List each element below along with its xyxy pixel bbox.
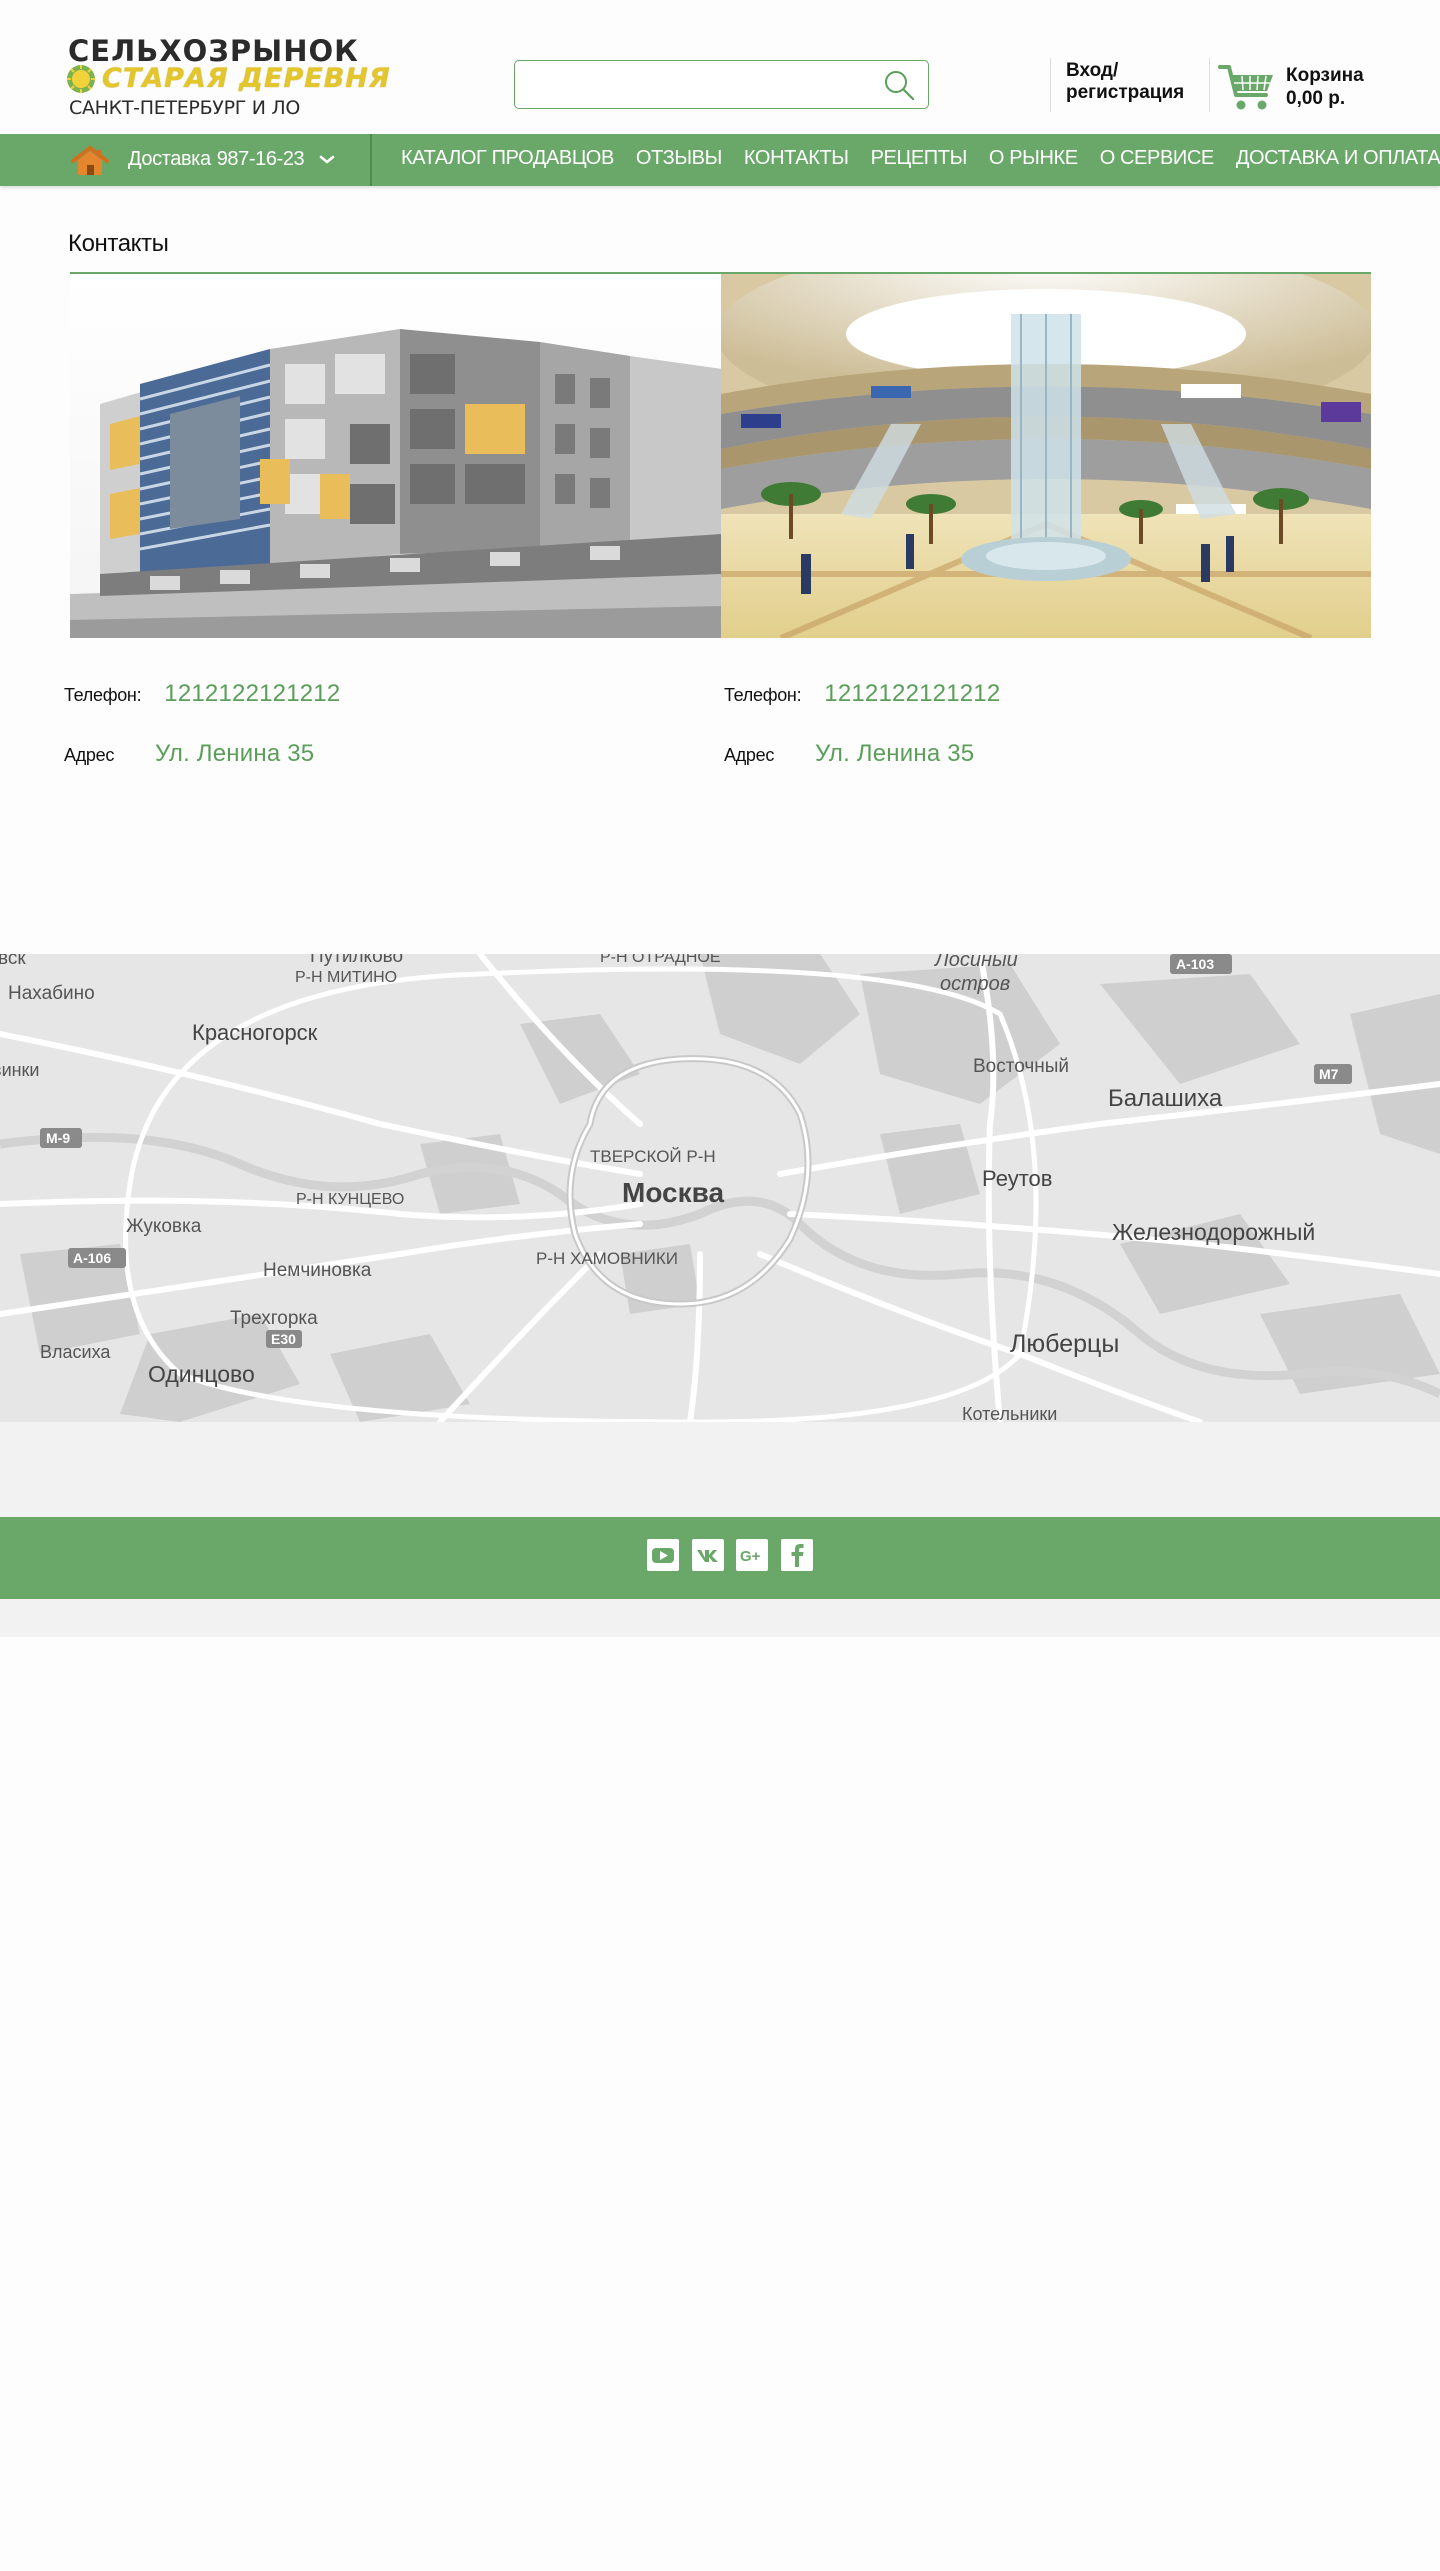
delivery-label: Доставка [128, 148, 211, 170]
map-label: Р-Н ХАМОВНИКИ [536, 1249, 678, 1268]
cart-icon[interactable] [1218, 63, 1276, 113]
delivery-info: Доставка 987-16-23 [128, 148, 305, 171]
map-label: Котельники [962, 1404, 1057, 1422]
login-label: Вход/ [1066, 60, 1119, 81]
register-label: регистрация [1066, 82, 1185, 103]
nav-item-contacts[interactable]: КОНТАКТЫ [744, 147, 849, 170]
nav-item-delivery[interactable]: ДОСТАВКА И ОПЛАТА [1236, 147, 1440, 170]
login-link[interactable]: Вход/ регистрация [1066, 60, 1184, 104]
phone-label: Телефон: [64, 685, 142, 705]
map-label: Р-Н ОТРАДНОЕ [600, 954, 721, 966]
phone-label: Телефон: [724, 685, 802, 705]
cart-summary[interactable]: Корзина 0,00 р. [1286, 64, 1364, 110]
address-label: Адрес [64, 745, 115, 765]
map-label: Власиха [40, 1342, 111, 1362]
youtube-icon[interactable] [647, 1539, 679, 1571]
search-input[interactable] [525, 69, 865, 99]
divider [370, 134, 372, 186]
phone-link[interactable]: 1212122121212 [824, 680, 1000, 708]
contact-phone-row-1: Телефон: 1212122121212 [64, 680, 340, 708]
logo-subtitle: СТАРАЯ ДЕРЕВНЯ [102, 63, 391, 94]
mall-interior-image [721, 274, 1371, 638]
cart-total: 0,00 р. [1286, 88, 1346, 109]
site-header: СЕЛЬХОЗРЫНОК СТАРАЯ ДЕРЕВНЯ САНКТ-ПЕТЕРБ… [0, 0, 1440, 134]
map-label: вск [0, 954, 26, 969]
map-label: Балашиха [1108, 1085, 1223, 1112]
map-label: Восточный [973, 1056, 1069, 1077]
map-label: Железнодорожный [1112, 1219, 1315, 1245]
map-label: Р-Н МИТИНО [295, 969, 397, 986]
nav-item-about-market[interactable]: О РЫНКЕ [989, 147, 1078, 170]
address-label: Адрес [724, 745, 775, 765]
page-title: Контакты [68, 230, 169, 257]
address-link[interactable]: Ул. Ленина 35 [155, 740, 314, 768]
map-label: Одинцово [148, 1361, 255, 1387]
nav-item-recipes[interactable]: РЕЦЕПТЫ [871, 147, 968, 170]
search-box [514, 60, 929, 109]
location-map[interactable]: вск Нахабино винки Путилково Красногорск… [0, 954, 1440, 1422]
footer-bottom [0, 1599, 1440, 1637]
contact-phone-row-2: Телефон: 1212122121212 [724, 680, 1000, 708]
map-label: винки [0, 1060, 40, 1080]
map-label: Р-Н КУНЦЕВО [296, 1191, 404, 1208]
nav-item-about-service[interactable]: О СЕРВИСЕ [1100, 147, 1215, 170]
map-label: Реутов [982, 1166, 1052, 1191]
map-label: Москва [622, 1177, 724, 1208]
facebook-icon[interactable] [781, 1539, 813, 1571]
contact-address-row-2: Адрес Ул. Ленина 35 [724, 740, 974, 768]
nav-menu: КАТАЛОГ ПРОДАВЦОВ ОТЗЫВЫ КОНТАКТЫ РЕЦЕПТ… [401, 147, 1440, 170]
map-label: Путилково [310, 954, 403, 967]
map-label: Красногорск [192, 1020, 318, 1045]
map-label: Жуковка [126, 1216, 202, 1237]
map-canvas[interactable]: вск Нахабино винки Путилково Красногорск… [0, 954, 1440, 1422]
home-icon[interactable] [70, 146, 110, 176]
divider [1209, 58, 1210, 112]
vk-icon[interactable] [692, 1539, 724, 1571]
delivery-phone: 987-16-23 [216, 148, 305, 170]
site-footer: G+ [0, 1517, 1440, 1599]
google-plus-icon[interactable]: G+ [736, 1539, 768, 1571]
phone-link[interactable]: 1212122121212 [164, 680, 340, 708]
search-icon[interactable] [882, 68, 916, 102]
nav-item-reviews[interactable]: ОТЗЫВЫ [636, 147, 722, 170]
nav-item-sellers[interactable]: КАТАЛОГ ПРОДАВЦОВ [401, 147, 614, 170]
road-badge: E30 [271, 1331, 296, 1347]
map-label: Немчиновка [263, 1260, 372, 1281]
map-label: Лосиный [933, 954, 1018, 971]
svg-text:G+: G+ [740, 1548, 761, 1565]
map-label: Трехгорка [230, 1308, 318, 1329]
road-badge: А-106 [73, 1250, 111, 1266]
map-label: остров [940, 973, 1010, 995]
chevron-down-icon[interactable] [318, 152, 336, 166]
address-link[interactable]: Ул. Ленина 35 [815, 740, 974, 768]
store-banner [70, 274, 1371, 638]
map-label: Нахабино [8, 983, 95, 1004]
footer-spacer [0, 1422, 1440, 1517]
sun-icon [67, 65, 95, 93]
map-label: ТВЕРСКОЙ Р-Н [590, 1147, 716, 1166]
building-exterior-image [70, 274, 722, 638]
divider [1050, 58, 1051, 112]
road-badge: М-9 [46, 1130, 70, 1146]
road-badge: M7 [1319, 1066, 1339, 1082]
map-label: Люберцы [1010, 1330, 1119, 1358]
road-badge: А-103 [1176, 956, 1214, 972]
logo-region: САНКТ-ПЕТЕРБУРГ И ЛО [69, 97, 301, 119]
main-nav: Доставка 987-16-23 КАТАЛОГ ПРОДАВЦОВ ОТЗЫ… [0, 134, 1440, 186]
site-logo[interactable]: СЕЛЬХОЗРЫНОК СТАРАЯ ДЕРЕВНЯ САНКТ-ПЕТЕРБ… [66, 34, 390, 124]
cart-label: Корзина [1286, 65, 1364, 86]
contact-address-row-1: Адрес Ул. Ленина 35 [64, 740, 314, 768]
